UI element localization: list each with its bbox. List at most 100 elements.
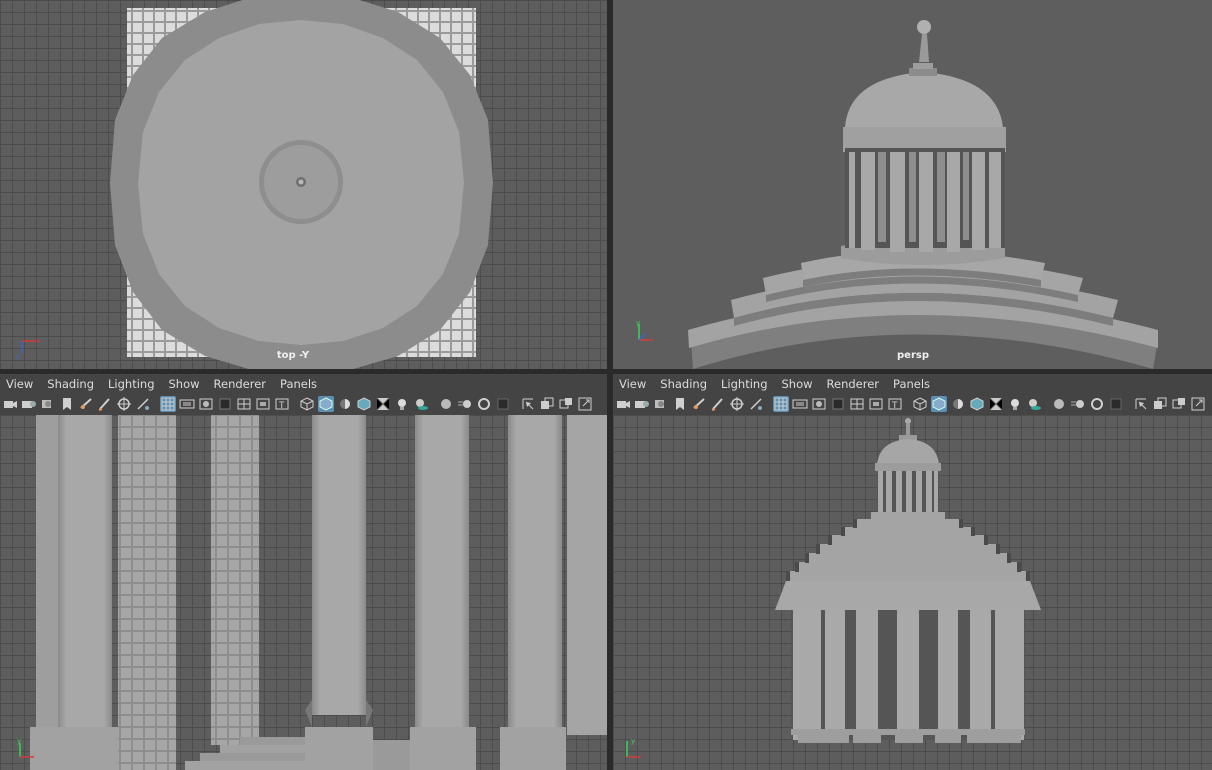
- dome: [845, 72, 1003, 127]
- menu-show[interactable]: Show: [163, 377, 208, 391]
- xray-components-icon[interactable]: [577, 396, 593, 412]
- motion-blur-icon[interactable]: [457, 396, 473, 412]
- safe-action-icon[interactable]: [255, 396, 271, 412]
- grease-pencil-icon[interactable]: [710, 396, 726, 412]
- uv-edit-icon[interactable]: [135, 396, 151, 412]
- menu-shading[interactable]: Shading: [654, 377, 715, 391]
- xray-joints-icon[interactable]: [558, 396, 574, 412]
- isolate-select-icon[interactable]: [520, 396, 536, 412]
- menu-lighting[interactable]: Lighting: [102, 377, 162, 391]
- menu-shading[interactable]: Shading: [41, 377, 102, 391]
- multisample-aa-icon[interactable]: [476, 396, 492, 412]
- camera-select-icon[interactable]: [615, 396, 631, 412]
- menu-lighting[interactable]: Lighting: [715, 377, 775, 391]
- svg-text:y: y: [631, 737, 635, 745]
- xray-components-icon[interactable]: [1190, 396, 1206, 412]
- toolbar-separator: [1043, 396, 1049, 412]
- safe-action-icon[interactable]: [868, 396, 884, 412]
- menu-view[interactable]: View: [0, 377, 41, 391]
- svg-text:y: y: [17, 737, 21, 745]
- viewport-front-closeup[interactable]: y: [0, 415, 607, 770]
- motion-blur-icon[interactable]: [1070, 396, 1086, 412]
- menu-show[interactable]: Show: [776, 377, 821, 391]
- axis-indicator-icon: y: [636, 319, 653, 341]
- field-chart-icon[interactable]: [849, 396, 865, 412]
- grease-pencil-icon[interactable]: [97, 396, 113, 412]
- bookmark-icon[interactable]: [691, 396, 707, 412]
- panel-toolbar-left: T: [0, 393, 607, 415]
- screen-space-ao-icon[interactable]: [1051, 396, 1067, 412]
- xray-icon[interactable]: [539, 396, 555, 412]
- camera-label-top: top -Y: [276, 350, 310, 361]
- toolbar-separator: [765, 396, 771, 412]
- wireframe-icon[interactable]: [299, 396, 315, 412]
- grid-icon[interactable]: [772, 396, 789, 412]
- front-full-geometry: [775, 418, 1041, 743]
- shadows-icon[interactable]: [1026, 396, 1042, 412]
- menu-renderer[interactable]: Renderer: [821, 377, 888, 391]
- menu-panels[interactable]: Panels: [274, 377, 325, 391]
- use-lights-icon[interactable]: [1007, 396, 1023, 412]
- resolution-gate-icon[interactable]: [198, 396, 214, 412]
- toolbar-separator: [904, 396, 910, 412]
- camera-bookmark-icon[interactable]: [40, 396, 56, 412]
- toolbar-separator: [430, 396, 436, 412]
- field-chart-icon[interactable]: [236, 396, 252, 412]
- default-material-icon[interactable]: [337, 396, 353, 412]
- two-d-pan-zoom-icon[interactable]: [116, 396, 132, 412]
- menu-panels[interactable]: Panels: [887, 377, 938, 391]
- gate-mask-icon[interactable]: [217, 396, 233, 412]
- axis-indicator-icon: z x: [16, 337, 40, 361]
- viewport-top[interactable]: top -Y z x: [0, 0, 607, 369]
- svg-text:T: T: [891, 401, 898, 411]
- viewport-front[interactable]: y: [613, 415, 1212, 770]
- menu-renderer[interactable]: Renderer: [208, 377, 275, 391]
- textured-icon[interactable]: [375, 396, 391, 412]
- camera-attributes-icon[interactable]: [634, 396, 650, 412]
- safe-title-icon[interactable]: T: [274, 396, 290, 412]
- camera-select-icon[interactable]: [2, 396, 18, 412]
- gate-mask-icon[interactable]: [830, 396, 846, 412]
- viewport-persp[interactable]: persp y: [613, 0, 1212, 369]
- textured-icon[interactable]: [988, 396, 1004, 412]
- image-plane-icon[interactable]: [59, 396, 75, 412]
- two-d-pan-zoom-icon[interactable]: [729, 396, 745, 412]
- persp-view-geometry: [688, 20, 1158, 369]
- isolate-select-icon[interactable]: [1133, 396, 1149, 412]
- image-plane-icon[interactable]: [672, 396, 688, 412]
- default-material-icon[interactable]: [950, 396, 966, 412]
- menu-view[interactable]: View: [613, 377, 654, 391]
- uv-edit-icon[interactable]: [748, 396, 764, 412]
- smooth-shade-icon[interactable]: [317, 396, 334, 412]
- svg-text:T: T: [278, 401, 285, 411]
- svg-text:y: y: [636, 319, 640, 327]
- smooth-shade-icon[interactable]: [930, 396, 947, 412]
- camera-bookmark-icon[interactable]: [653, 396, 669, 412]
- depth-of-field-icon[interactable]: [495, 396, 511, 412]
- grid-icon[interactable]: [159, 396, 176, 412]
- wireframe-icon[interactable]: [912, 396, 928, 412]
- toolbar-separator: [512, 396, 518, 412]
- toolbar-separator: [1125, 396, 1131, 412]
- film-gate-icon[interactable]: [792, 396, 808, 412]
- xray-joints-icon[interactable]: [1171, 396, 1187, 412]
- xray-icon[interactable]: [1152, 396, 1168, 412]
- svg-text:z: z: [16, 353, 20, 361]
- multisample-aa-icon[interactable]: [1089, 396, 1105, 412]
- camera-attributes-icon[interactable]: [21, 396, 37, 412]
- front-view-geometry: [30, 415, 607, 770]
- film-gate-icon[interactable]: [179, 396, 195, 412]
- safe-title-icon[interactable]: T: [887, 396, 903, 412]
- wireframe-on-shaded-icon[interactable]: [969, 396, 985, 412]
- camera-label-persp: persp: [897, 350, 929, 361]
- depth-of-field-icon[interactable]: [1108, 396, 1124, 412]
- screen-space-ao-icon[interactable]: [438, 396, 454, 412]
- axis-indicator-icon: y: [17, 737, 34, 758]
- bookmark-icon[interactable]: [78, 396, 94, 412]
- toolbar-separator: [152, 396, 158, 412]
- use-lights-icon[interactable]: [394, 396, 410, 412]
- shadows-icon[interactable]: [413, 396, 429, 412]
- resolution-gate-icon[interactable]: [811, 396, 827, 412]
- panel-menubar-left: View Shading Lighting Show Renderer Pane…: [0, 374, 607, 394]
- wireframe-on-shaded-icon[interactable]: [356, 396, 372, 412]
